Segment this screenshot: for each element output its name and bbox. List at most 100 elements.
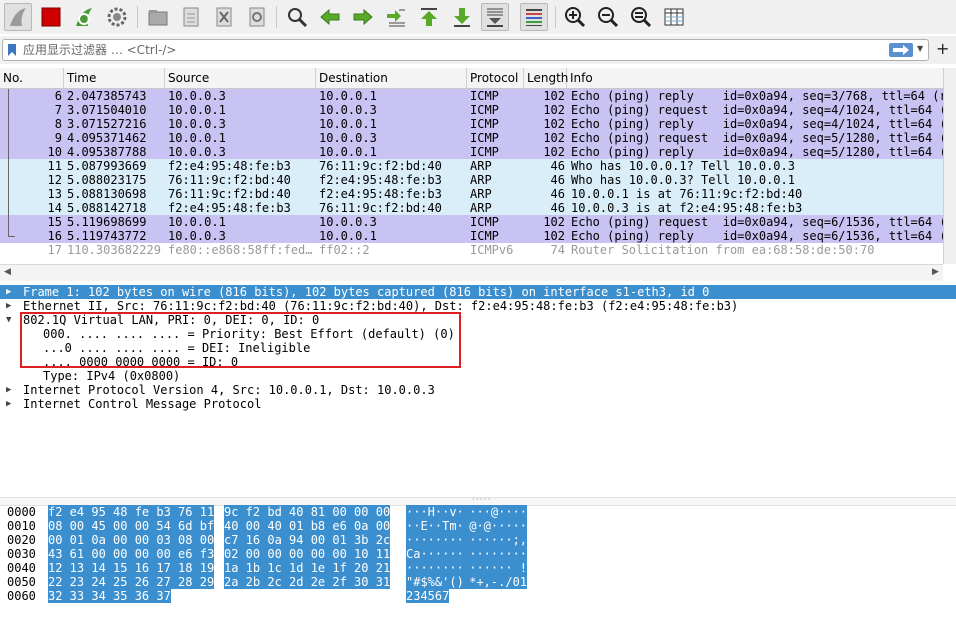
zoom-in-icon[interactable] [561,3,589,31]
packet-list-vscrollbar[interactable] [943,68,956,264]
go-to-packet-icon[interactable] [382,3,410,31]
column-header-protocol[interactable]: Protocol [467,68,524,88]
byte-offset[interactable]: 0000 [7,505,36,519]
ascii-bytes[interactable]: ······;, [462,533,528,547]
packet-row[interactable]: 11 5.087993669 f2:e4:95:48:fe:b3 76:11:9c:f… [0,159,943,173]
resize-columns-icon[interactable] [660,3,688,31]
packet-row[interactable]: 16 5.119743772 10.0.0.3 10.0.0.1 ICMP 102 Echo… [0,229,943,243]
hex-bytes[interactable]: 43 61 00 00 00 00 e6 f3 [48,547,215,561]
detail-row[interactable]: ▶ Internet Protocol Version 4, Src: 10.0.… [0,383,956,397]
packet-row[interactable]: 12 5.088023175 76:11:9c:f2:bd:40 f2:e4:95:4… [0,173,943,187]
scroll-left-icon[interactable]: ◀ [4,267,11,277]
ascii-bytes[interactable]: @·@····· [462,519,528,533]
column-header-destination[interactable]: Destination [316,68,467,88]
ascii-bytes[interactable]: ···H··v· [406,505,464,519]
hex-bytes[interactable]: c7 16 0a 94 00 01 3b 2c [224,533,391,547]
first-packet-icon[interactable] [415,3,443,31]
hex-bytes[interactable]: 40 00 40 01 b8 e6 0a 00 [224,519,391,533]
zoom-normal-icon[interactable] [627,3,655,31]
detail-row[interactable]: ▼ 802.1Q Virtual LAN, PRI: 0, DEI: 0, ID:… [0,313,956,327]
chevron-down-icon[interactable]: ▼ [917,44,923,53]
collapsed-triangle-icon[interactable]: ▶ [6,397,16,411]
byte-offset[interactable]: 0040 [7,561,36,575]
byte-offset[interactable]: 0060 [7,589,36,603]
byte-offset[interactable]: 0030 [7,547,36,561]
packet-row[interactable]: 9 4.095371462 10.0.0.1 10.0.0.3 ICMP 102 Echo … [0,131,943,145]
packet-cell-proto: ARP [470,159,492,173]
ascii-bytes[interactable]: 234567 [406,589,450,603]
column-header-info[interactable]: Info [567,68,943,88]
find-icon[interactable] [283,3,311,31]
hex-bytes[interactable]: 02 00 00 00 00 00 10 11 [224,547,391,561]
hex-bytes[interactable]: 12 13 14 15 16 17 18 19 [48,561,215,575]
column-header-length[interactable]: Length [524,68,568,88]
ascii-bytes[interactable]: Ca······ [406,547,464,561]
capture-options-icon[interactable] [103,3,131,31]
autoscroll-icon[interactable] [481,3,509,31]
packet-row[interactable]: 8 3.071527216 10.0.0.3 10.0.0.1 ICMP 102 Echo … [0,117,943,131]
hex-bytes[interactable]: f2 e4 95 48 fe b3 76 11 [48,505,215,519]
ascii-bytes[interactable]: "#$%&'() [406,575,464,589]
bookmark-icon[interactable] [7,43,17,60]
expanded-triangle-icon[interactable]: ▼ [6,313,16,327]
packet-row[interactable]: 7 3.071504010 10.0.0.1 10.0.0.3 ICMP 102 Echo … [0,103,943,117]
ascii-bytes[interactable]: ········ [462,547,528,561]
hex-bytes[interactable]: 22 23 24 25 26 27 28 29 [48,575,215,589]
hex-bytes[interactable]: 1a 1b 1c 1d 1e 1f 20 21 [224,561,391,575]
packet-cell-src: 10.0.0.1 [168,131,226,145]
ascii-bytes[interactable]: ··E··Tm· [406,519,464,533]
packet-row[interactable]: 13 5.088130698 76:11:9c:f2:bd:40 f2:e4:95:4… [0,187,943,201]
detail-row[interactable]: 000. .... .... .... = Priority: Best Eff… [0,327,956,341]
reload-icon[interactable] [243,3,271,31]
ascii-bytes[interactable]: ········ [406,533,464,547]
byte-offset[interactable]: 0050 [7,575,36,589]
packet-row[interactable]: 10 4.095387788 10.0.0.3 10.0.0.1 ICMP 102 Echo… [0,145,943,159]
collapsed-triangle-icon[interactable]: ▶ [6,299,16,313]
detail-row[interactable]: ...0 .... .... .... = DEI: Ineligible [0,341,956,355]
packet-cell-proto: ICMP [470,215,499,229]
back-icon[interactable] [316,3,344,31]
hex-bytes[interactable]: 00 01 0a 00 00 03 08 00 [48,533,215,547]
byte-offset[interactable]: 0010 [7,519,36,533]
forward-icon[interactable] [349,3,377,31]
column-header-time[interactable]: Time [64,68,165,88]
open-file-icon[interactable] [144,3,172,31]
hex-bytes[interactable]: 2a 2b 2c 2d 2e 2f 30 31 [224,575,391,589]
ascii-bytes[interactable]: ········ [406,561,464,575]
column-header-no[interactable]: No. [0,68,64,88]
packet-row[interactable]: 17 110.303682229 fe80::e868:58ff:fed… ff02:… [0,243,943,257]
hex-bytes[interactable]: 9c f2 bd 40 81 00 00 00 [224,505,391,519]
arrow-right-icon[interactable] [889,43,913,57]
ascii-bytes[interactable]: ······ ! [462,561,528,575]
collapsed-triangle-icon[interactable]: ▶ [6,285,16,299]
last-packet-icon[interactable] [448,3,476,31]
packet-cell-info: Who has 10.0.0.3? Tell 10.0.0.1 [571,173,795,187]
detail-row[interactable]: ▶ Frame 1: 102 bytes on wire (816 bits), … [0,285,956,299]
byte-offset[interactable]: 0020 [7,533,36,547]
colorize-icon[interactable] [520,3,548,31]
shark-fin-icon[interactable] [4,3,32,31]
file-icon[interactable] [177,3,205,31]
scroll-right-icon[interactable]: ▶ [932,267,939,277]
hex-bytes[interactable]: 08 00 45 00 00 54 6d bf [48,519,215,533]
packet-row[interactable]: 6 2.047385743 10.0.0.3 10.0.0.1 ICMP 102 Echo … [0,89,943,103]
close-file-icon[interactable] [210,3,238,31]
packet-row[interactable]: 14 5.088142718 f2:e4:95:48:fe:b3 76:11:9c:f… [0,201,943,215]
restart-icon[interactable] [70,3,98,31]
detail-row[interactable]: .... 0000 0000 0000 = ID: 0 [0,355,956,369]
detail-row[interactable]: ▶ Internet Control Message Protocol [0,397,956,411]
packet-row[interactable]: 15 5.119698699 10.0.0.1 10.0.0.3 ICMP 102 Echo… [0,215,943,229]
ascii-bytes[interactable]: *+,-./01 [462,575,528,589]
detail-row[interactable]: Type: IPv4 (0x0800) [0,369,956,383]
zoom-out-icon[interactable] [594,3,622,31]
packet-list-hscrollbar[interactable]: ◀ ▶ [0,264,943,281]
stop-icon[interactable] [37,3,65,31]
column-header-source[interactable]: Source [165,68,316,88]
hex-bytes[interactable]: 32 33 34 35 36 37 [48,589,171,603]
add-filter-button[interactable]: + [936,39,949,59]
ascii-bytes[interactable]: ···@···· [462,505,528,519]
packet-cell-time: 4.095371462 [67,131,147,145]
collapsed-triangle-icon[interactable]: ▶ [6,383,16,397]
display-filter-input[interactable] [23,42,863,58]
detail-row[interactable]: ▶ Ethernet II, Src: 76:11:9c:f2:bd:40 (76… [0,299,956,313]
